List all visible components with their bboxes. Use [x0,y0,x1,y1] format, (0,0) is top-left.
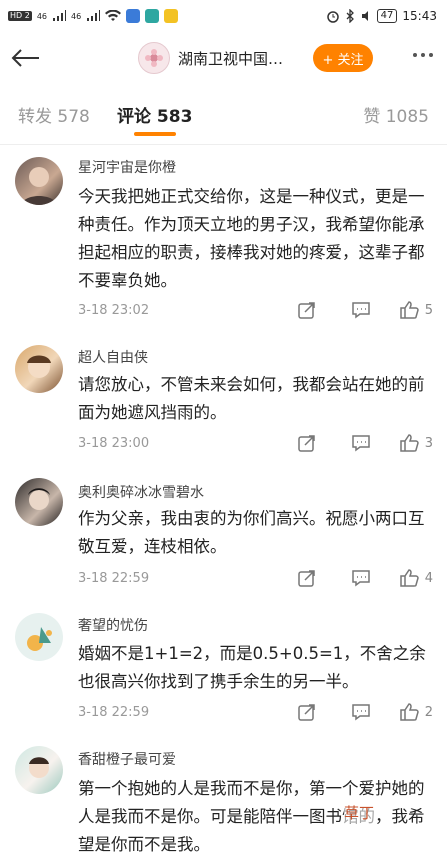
tab-repost[interactable]: 转发 578 [18,102,90,127]
tab-comment[interactable]: 评论 583 [117,102,192,127]
account-header[interactable]: 湖南卫视中国… + 关注 [138,42,374,74]
mute-icon [361,11,368,21]
comment-list: 星河宇宙是你橙 今天我把她正式交给你，这是一种仪式，更是一种责任。作为顶天立地的… [0,145,447,854]
like-count: 2 [424,704,433,720]
comment-icon [351,302,370,319]
repost-icon [297,302,315,319]
comment-footer: 3-18 22:59 4 [78,567,433,589]
tab-like[interactable]: 赞 1085 [363,102,429,127]
top-nav: 湖南卫视中国… + 关注 [0,32,447,84]
comment-username[interactable]: 奥利奥碎冰冰雪碧水 [78,482,204,502]
user-avatar-icon [21,167,57,205]
like-button[interactable]: 3 [399,433,433,453]
signal-label: 46 [36,11,47,21]
repost-icon [297,570,315,587]
repost-icon [297,704,315,721]
account-name[interactable]: 湖南卫视中国… [178,48,283,69]
status-right: 47 15:43 [326,9,437,23]
clock: 15:43 [402,9,437,23]
comment-username[interactable]: 香甜橙子最可爱 [78,749,176,769]
dot-icon [429,53,433,57]
follow-button[interactable]: + 关注 [313,44,374,72]
app-icon-yellow [164,9,179,23]
reply-button[interactable] [351,433,371,453]
signal-icon-2 [87,10,101,21]
avatar[interactable] [15,345,63,393]
back-arrow-icon [11,49,39,67]
tab-bar: 转发 578 评论 583 赞 1085 [0,84,447,145]
comment-footer: 3-18 23:00 3 [78,432,433,454]
bluetooth-icon [346,9,354,23]
dot-icon [413,53,417,57]
avatar[interactable] [15,478,63,526]
user-avatar-icon [27,355,51,378]
like-count: 4 [424,570,433,586]
watermark: 草丁 [344,802,375,823]
battery-icon: 47 [376,9,398,23]
thumbs-up-icon [399,434,419,452]
status-left: HD 2 46 46 [8,9,179,23]
comment-username[interactable]: 星河宇宙是你橙 [78,157,176,177]
signal-label-2: 46 [71,11,82,21]
app-icon-teal [145,9,160,23]
comment-text: 第一个抱她的人是我而不是你，第一个爱护她的人是我而不是你。可是能陪伴一图书馆的，… [78,779,425,854]
comment-icon [351,704,370,721]
thumbs-up-icon [399,703,419,721]
comment-text: 今天我把她正式交给你，这是一种仪式，更是一种责任。作为顶天立地的男子汉，我希望你… [78,187,425,290]
account-avatar[interactable] [138,42,170,74]
user-avatar-icon [28,488,50,510]
wifi-icon [105,10,122,21]
repost-button[interactable] [297,568,317,588]
thumbs-up-icon [399,301,419,319]
more-menu-button[interactable] [413,53,433,57]
thumbs-up-icon [399,569,419,587]
comment-username[interactable]: 超人自由侠 [78,347,148,367]
repost-button[interactable] [297,300,317,320]
signal-icon [53,10,66,21]
back-button[interactable] [0,32,50,84]
like-count: 5 [424,302,433,318]
avatar[interactable] [15,157,63,205]
repost-icon [297,435,315,452]
comment-icon [351,570,370,587]
like-count: 3 [424,435,433,451]
cartoon-avatar-icon [27,627,52,651]
status-bar: HD 2 46 46 47 15:43 [0,0,447,32]
like-button[interactable]: 2 [399,702,433,722]
alarm-icon [326,11,339,23]
repost-button[interactable] [297,702,317,722]
comment-text: 婚姻不是1+1=2，而是0.5+0.5=1，不舍之余也很高兴你找到了携手余生的另… [78,644,426,691]
like-button[interactable]: 5 [399,300,433,320]
dot-icon [421,53,425,57]
comment-footer: 3-18 23:02 5 [78,299,433,321]
comment-username[interactable]: 奢望的忧伤 [78,615,148,635]
user-avatar-icon [29,757,49,778]
comment-time: 3-18 23:02 [78,302,150,318]
comment-text: 请您放心，不管未来会如何，我都会站在她的前面为她遮风挡雨的。 [78,375,425,422]
comment-footer: 3-18 22:59 2 [78,701,433,723]
reply-button[interactable] [351,702,371,722]
reply-button[interactable] [351,300,371,320]
avatar[interactable] [15,613,63,661]
comment-icon [351,435,370,452]
flower-logo-icon [145,49,163,67]
comment-time: 3-18 23:00 [78,435,150,451]
avatar[interactable] [15,746,63,794]
tab-active-indicator [134,132,176,136]
hd-badge: HD 2 [8,11,32,21]
comment-time: 3-18 22:59 [78,704,150,720]
app-icon-blue [126,9,141,23]
comment-time: 3-18 22:59 [78,570,150,586]
repost-button[interactable] [297,433,317,453]
reply-button[interactable] [351,568,371,588]
like-button[interactable]: 4 [399,568,433,588]
comment-text: 作为父亲，我由衷的为你们高兴。祝愿小两口互敬互爱，连枝相依。 [78,509,425,556]
